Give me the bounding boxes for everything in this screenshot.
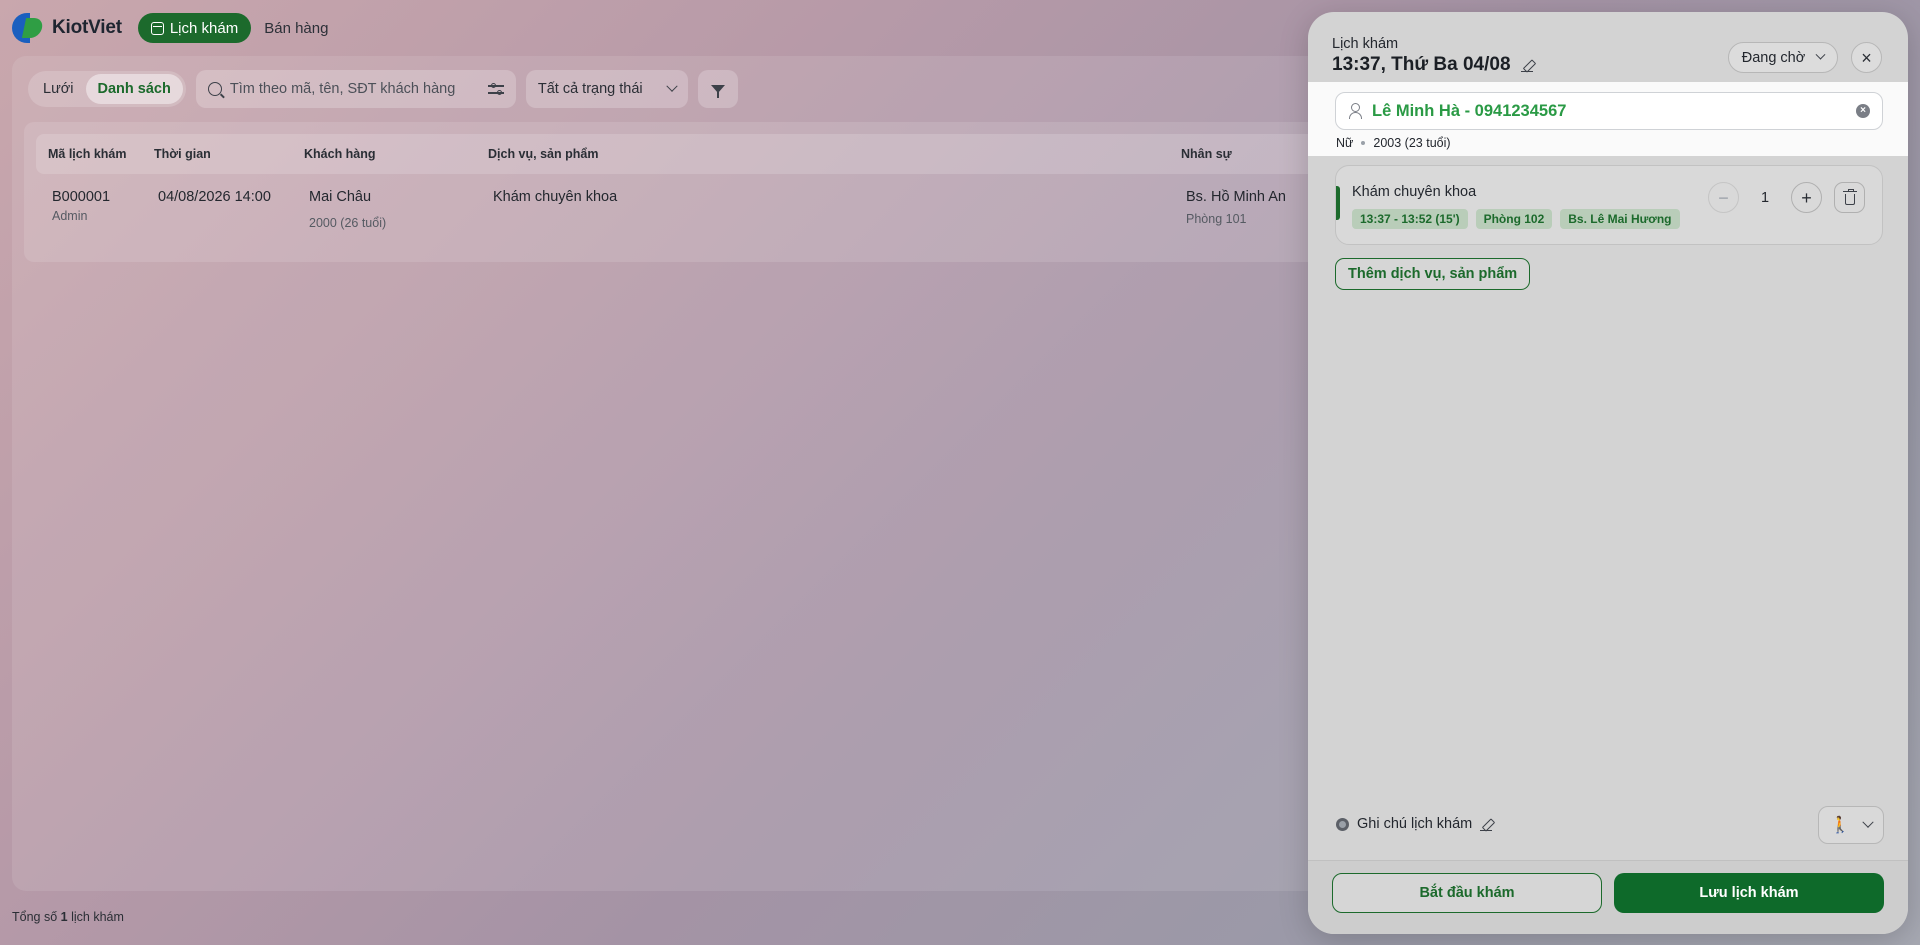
total-suffix: lịch khám [71, 910, 124, 924]
logo-text: KiotViet [52, 17, 122, 38]
appointment-datetime: 13:37, Thứ Ba 04/08 [1332, 54, 1511, 75]
filter-button[interactable] [697, 70, 738, 108]
row-creator: Admin [52, 209, 88, 223]
nav-lich-kham[interactable]: Lịch khám [137, 13, 252, 43]
status-filter-value: Tất cả trạng thái [537, 81, 643, 97]
view-list-button[interactable]: Danh sách [85, 74, 183, 104]
visit-type-dropdown[interactable]: 🚶 [1818, 806, 1884, 844]
service-room-tag[interactable]: Phòng 102 [1475, 209, 1553, 229]
funnel-icon [710, 85, 725, 98]
person-icon [1348, 103, 1362, 119]
search-placeholder: Tìm theo mã, tên, SĐT khách hàng [229, 81, 456, 97]
table-header: Mã lịch khám Thời gian Khách hàng Dịch v… [36, 134, 1492, 174]
sliders-icon[interactable] [487, 82, 504, 96]
search-input[interactable]: Tìm theo mã, tên, SĐT khách hàng [195, 70, 516, 108]
close-icon: × [1861, 47, 1872, 68]
chevron-down-icon [666, 80, 678, 92]
customer-gender: Nữ [1336, 136, 1354, 150]
view-toggle: Lưới Danh sách [28, 71, 186, 107]
appointment-drawer: Lịch khám 13:37, Thứ Ba 04/08 Đang chờ ×… [1308, 12, 1908, 934]
note-icon [1336, 817, 1349, 831]
row-service: Khám chuyên khoa [493, 189, 618, 205]
row-customer: Mai Châu [309, 189, 372, 205]
note-label: Ghi chú lịch khám [1357, 816, 1473, 832]
total-count-text: Tổng số 1 lịch khám [12, 910, 124, 924]
customer-section: Lê Minh Hà - 0941234567 × Nữ 2003 (23 tu… [1308, 82, 1908, 156]
chevron-down-icon [1862, 816, 1874, 828]
drawer-header: Lịch khám 13:37, Thứ Ba 04/08 Đang chờ × [1308, 12, 1908, 82]
logo[interactable]: KiotViet [12, 13, 122, 43]
total-count: 1 [60, 910, 68, 924]
status-value: Đang chờ [1741, 49, 1806, 66]
save-appointment-button[interactable]: Lưu lịch khám [1614, 873, 1884, 913]
nav-label: Lịch khám [169, 19, 239, 37]
separator-dot [1361, 141, 1366, 145]
calendar-icon [150, 21, 164, 35]
status-filter-select[interactable]: Tất cả trạng thái [525, 70, 688, 108]
column-header-time: Thời gian [154, 147, 211, 161]
minus-icon: − [1718, 187, 1729, 208]
row-code: B000001 [52, 189, 111, 205]
edit-note-icon[interactable] [1480, 818, 1493, 831]
row-room: Phòng 101 [1186, 212, 1247, 226]
column-header-code: Mã lịch khám [48, 147, 127, 161]
column-header-staff: Nhân sự [1181, 147, 1232, 161]
increase-button[interactable]: + [1791, 182, 1822, 213]
edit-datetime-icon[interactable] [1520, 59, 1533, 72]
total-prefix: Tổng số [12, 910, 58, 924]
walking-person-icon: 🚶 [1830, 817, 1850, 834]
customer-meta: Nữ 2003 (23 tuổi) [1336, 136, 1451, 150]
list-toolbar: Lưới Danh sách Tìm theo mã, tên, SĐT khá… [28, 70, 738, 108]
chevron-down-icon [1815, 49, 1826, 60]
plus-icon: + [1801, 187, 1812, 208]
start-exam-button[interactable]: Bắt đầu khám [1332, 873, 1602, 913]
row-time: 04/08/2026 14:00 [158, 189, 271, 205]
drawer-label: Lịch khám [1332, 36, 1399, 52]
service-name: Khám chuyên khoa [1352, 184, 1477, 200]
column-header-customer: Khách hàng [304, 147, 376, 161]
appointment-note[interactable]: Ghi chú lịch khám [1336, 816, 1493, 832]
clear-customer-icon[interactable]: × [1856, 104, 1870, 118]
close-button[interactable]: × [1851, 42, 1882, 73]
column-header-service: Dịch vụ, sản phẩm [488, 147, 599, 161]
add-service-button[interactable]: Thêm dịch vụ, sản phẩm [1335, 258, 1531, 290]
customer-name-phone: Lê Minh Hà - 0941234567 [1372, 101, 1567, 120]
row-customer-meta: 2000 (26 tuổi) [309, 216, 387, 230]
service-doctor-tag[interactable]: Bs. Lê Mai Hương [1560, 209, 1680, 229]
status-dropdown[interactable]: Đang chờ [1728, 42, 1838, 73]
drawer-footer: Bắt đầu khám Lưu lịch khám [1308, 860, 1908, 934]
decrease-button[interactable]: − [1708, 182, 1739, 213]
service-accent-bar [1336, 186, 1340, 220]
customer-field[interactable]: Lê Minh Hà - 0941234567 × [1335, 92, 1883, 130]
logo-icon [12, 13, 45, 43]
drawer-title: 13:37, Thứ Ba 04/08 [1332, 54, 1533, 76]
quantity-stepper: − 1 + [1708, 182, 1865, 213]
delete-service-button[interactable] [1834, 182, 1865, 213]
trash-icon [1842, 188, 1857, 205]
nav-label: Bán hàng [264, 19, 329, 37]
view-grid-button[interactable]: Lưới [31, 74, 86, 104]
row-staff: Bs. Hồ Minh An [1186, 189, 1286, 205]
appointments-table: Mã lịch khám Thời gian Khách hàng Dịch v… [24, 122, 1504, 262]
quantity-value[interactable]: 1 [1739, 190, 1791, 206]
service-tags: 13:37 - 13:52 (15') Phòng 102 Bs. Lê Mai… [1352, 209, 1680, 229]
service-card: Khám chuyên khoa 13:37 - 13:52 (15') Phò… [1335, 165, 1883, 245]
customer-birth: 2003 (23 tuổi) [1373, 136, 1451, 150]
service-time-tag[interactable]: 13:37 - 13:52 (15') [1352, 209, 1468, 229]
search-icon [207, 82, 222, 96]
nav-ban-hang[interactable]: Bán hàng [251, 13, 341, 43]
